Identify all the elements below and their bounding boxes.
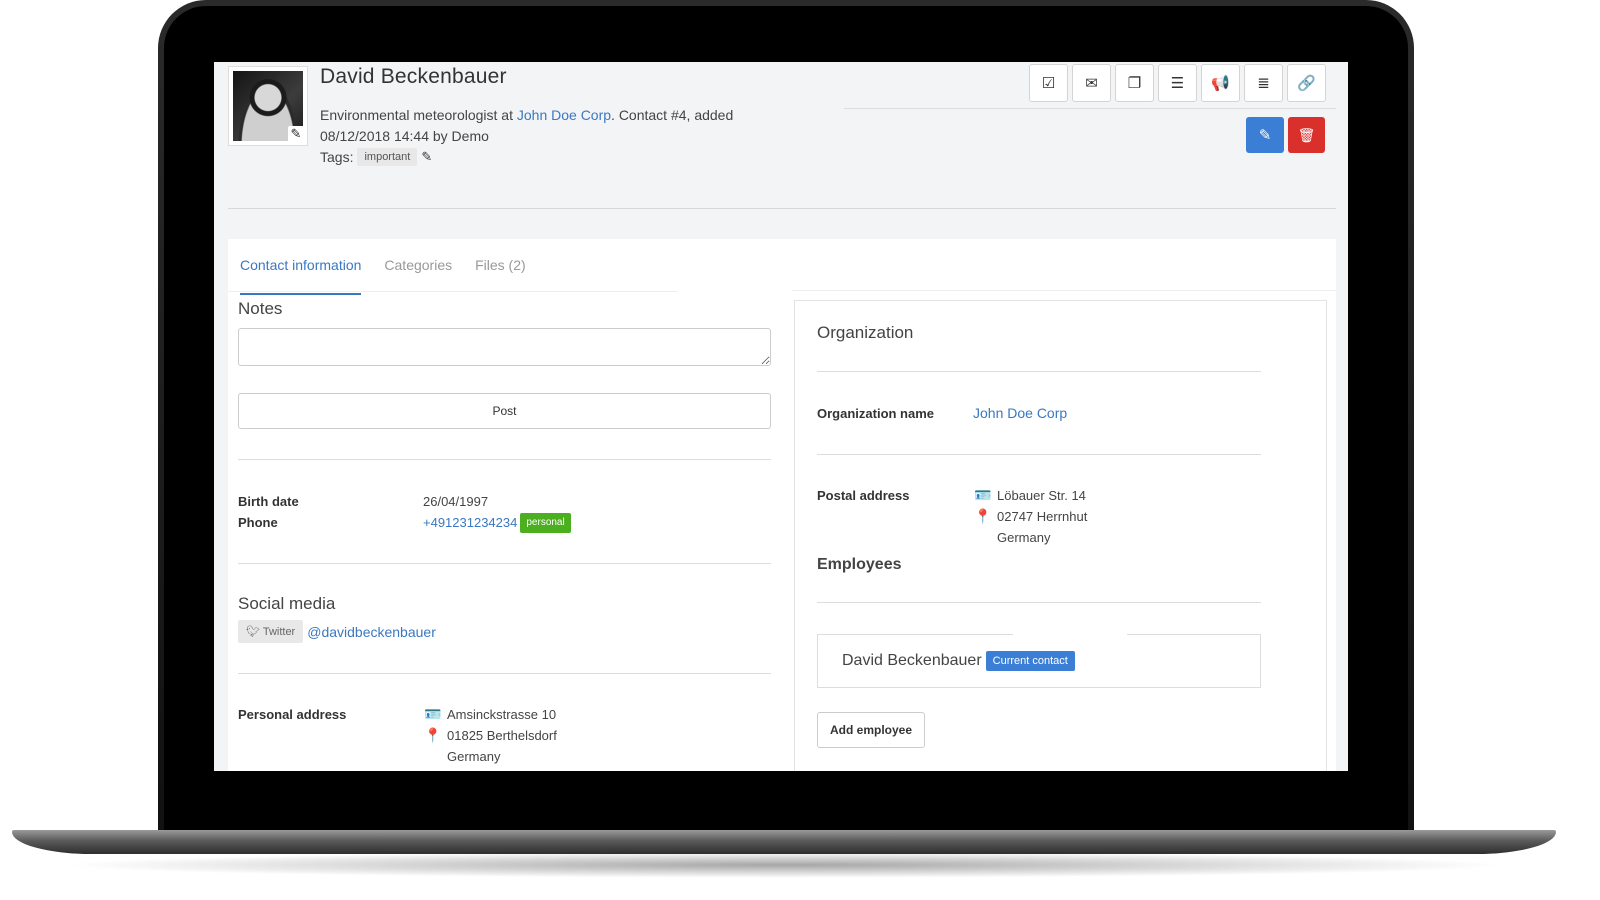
tab-files[interactable]: Files (2) [475, 239, 526, 295]
pencil-icon[interactable]: ✎ [288, 126, 304, 142]
delete-button[interactable]: 🗑 [1288, 117, 1325, 153]
laptop-shadow [60, 852, 1508, 878]
twitter-badge: 🐦︎ Twitter [238, 620, 304, 643]
add-employee-button[interactable]: Add employee [817, 712, 926, 748]
pencil-icon: ✎ [1258, 127, 1272, 144]
laptop-base [12, 830, 1556, 854]
toolbar-divider [844, 108, 1336, 109]
trash-icon: 🗑 [1297, 126, 1316, 143]
notes-title: Notes [238, 299, 283, 318]
divider [238, 563, 771, 564]
divider [817, 371, 1261, 372]
organization-inner: Organization Organization name John Doe … [817, 301, 1261, 748]
social-row: 🐦︎ Twitter @davidbeckenbauer [238, 620, 771, 643]
organization-column: Organization Organization name John Doe … [794, 300, 1327, 771]
personal-address-value: 🪪 Amsinckstrasse 10 📍 01825 Berthelsdorf G… [424, 706, 557, 764]
organization-title: Organization [817, 323, 914, 342]
birth-date-label: Birth date [238, 494, 299, 509]
tag-badge[interactable]: important [357, 148, 418, 166]
app-screen: ✎ David Beckenbauer Environmental meteor… [214, 62, 1348, 771]
postal-address-row: Postal address 🪪 Löbauer Str. 14 📍 02747 H… [817, 485, 1261, 548]
birth-date-value: 26/04/1997 [423, 494, 489, 509]
check-square-icon[interactable]: ☑ [1029, 64, 1068, 102]
pencil-icon[interactable]: ✎ [421, 149, 432, 165]
copy-icon[interactable]: ❐ [1115, 64, 1154, 102]
add-employee-wrap: Add employee [817, 712, 1261, 748]
tab-divider-right [792, 290, 1336, 291]
list-icon[interactable]: ☰ [1158, 64, 1197, 102]
header-divider [228, 208, 1336, 209]
postal-address-label: Postal address [817, 488, 910, 503]
action-toolbar: ☑ ✉ ❐ ☰ 📢 ≣ 🔗 [1029, 64, 1326, 102]
tags-label: Tags: [320, 149, 354, 165]
organization-name-label: Organization name [817, 406, 935, 421]
notes-input[interactable] [238, 328, 771, 366]
contact-name: David Beckenbauer [320, 65, 507, 88]
tab-bar: Contact information Categories Files (2) [240, 239, 549, 295]
job-title: Environmental meteorologist at [320, 107, 517, 123]
tab-contact-information[interactable]: Contact information [240, 239, 362, 295]
current-contact-badge: Current contact [985, 650, 1075, 671]
map-marker-icon: 📍 [424, 727, 442, 743]
tab-divider [228, 291, 678, 292]
phone-link[interactable]: +491231234234 [423, 512, 517, 533]
address-card-icon: 🪪 [974, 487, 992, 503]
phone-label: Phone [238, 515, 278, 530]
divider [238, 673, 771, 674]
postal-address-value: 🪪 Löbauer Str. 14 📍 02747 Herrnhut Germany [974, 487, 1088, 545]
contact-details-column: Notes Post Birth date 26/04/1997 Phone +… [238, 299, 771, 767]
envelope-icon[interactable]: ✉ [1072, 64, 1111, 102]
phone-type-badge: personal [520, 512, 571, 533]
avatar[interactable]: ✎ [228, 66, 308, 146]
tab-categories[interactable]: Categories [384, 239, 452, 295]
social-media-title: Social media [238, 594, 336, 613]
twitter-icon: 🐦︎ [246, 626, 260, 638]
megaphone-icon[interactable]: 📢 [1201, 64, 1240, 102]
birth-date-row: Birth date 26/04/1997 [238, 491, 771, 512]
personal-address-label: Personal address [238, 707, 347, 722]
divider [238, 459, 771, 460]
organization-name-row: Organization name John Doe Corp [817, 403, 1261, 424]
divider [817, 602, 1261, 603]
link-icon[interactable]: 🔗 [1287, 64, 1326, 102]
contact-panel: Contact information Categories Files (2)… [228, 239, 1336, 771]
personal-address-row: Personal address 🪪 Amsinckstrasse 10 📍 018… [238, 704, 771, 767]
employee-name: David Beckenbauer [842, 651, 982, 669]
contact-subline: Environmental meteorologist at John Doe … [320, 105, 800, 147]
employee-row[interactable]: David Beckenbauer Current contact [817, 634, 1261, 688]
address-card-icon: 🪪 [424, 706, 442, 722]
organization-name-link[interactable]: John Doe Corp [973, 403, 1067, 424]
map-marker-icon: 📍 [974, 508, 992, 524]
twitter-handle-link[interactable]: @davidbeckenbauer [307, 624, 436, 640]
tags-row: Tags: important ✎ [320, 148, 432, 166]
database-icon[interactable]: ≣ [1244, 64, 1283, 102]
edit-button[interactable]: ✎ [1246, 117, 1284, 153]
divider [817, 454, 1261, 455]
post-button[interactable]: Post [238, 393, 771, 429]
details-block: Birth date 26/04/1997 Phone +49123123423… [238, 491, 771, 533]
company-link[interactable]: John Doe Corp [517, 107, 611, 123]
employees-title: Employees [817, 556, 902, 573]
employee-list: David Beckenbauer Current contact [817, 634, 1261, 688]
phone-row: Phone +491231234234 personal [238, 512, 771, 533]
